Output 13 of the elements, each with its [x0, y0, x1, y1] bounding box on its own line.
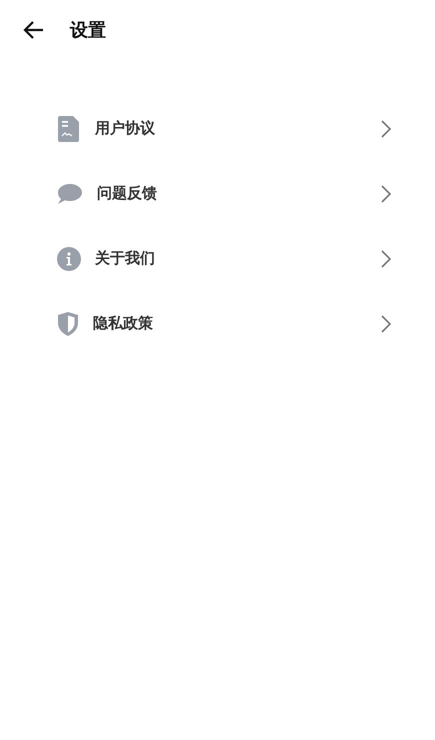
- settings-item[interactable]: 问题反馈: [0, 161, 435, 226]
- settings-item[interactable]: 关于我们: [0, 226, 435, 291]
- chat-bubble-icon: [57, 182, 83, 204]
- settings-item[interactable]: 隐私政策: [0, 291, 435, 356]
- page-title: 设置: [70, 19, 106, 42]
- chevron-right-icon: [381, 120, 391, 138]
- info-icon: [57, 246, 81, 270]
- settings-item[interactable]: 用户协议: [0, 96, 435, 161]
- chevron-right-icon: [381, 184, 391, 202]
- document-icon: [57, 116, 81, 142]
- shield-icon: [57, 310, 79, 336]
- chevron-right-icon: [381, 250, 391, 268]
- chevron-right-icon: [381, 314, 391, 332]
